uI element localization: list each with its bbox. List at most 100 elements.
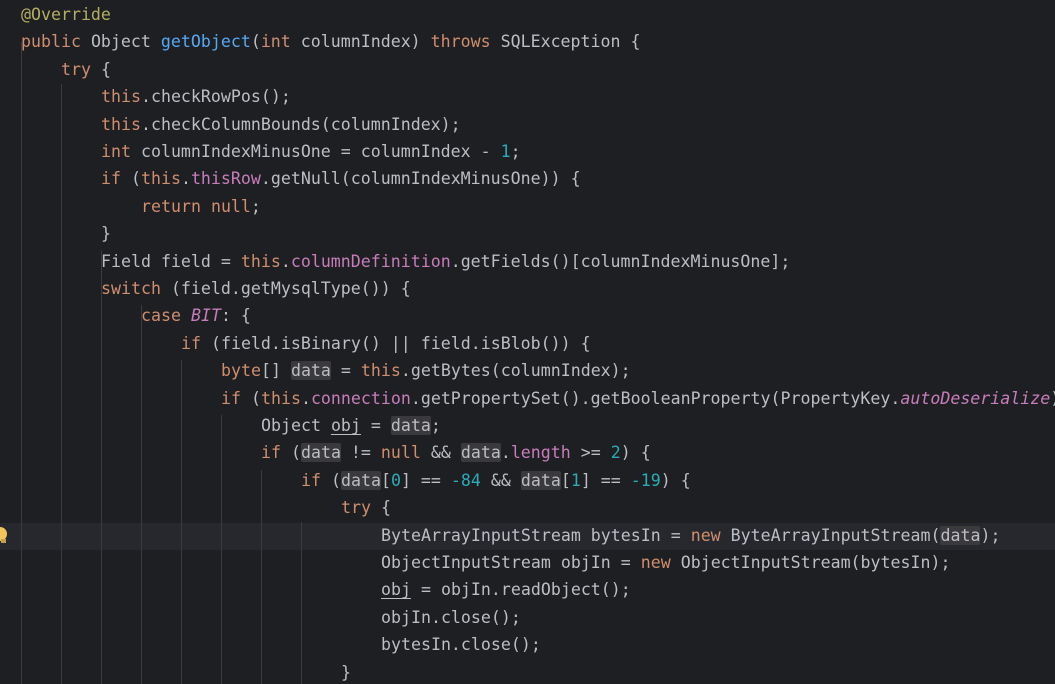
code-token: } — [101, 224, 111, 244]
code-token: != — [340, 443, 381, 463]
code-token: this — [260, 388, 301, 408]
code-token: new — [690, 525, 721, 545]
code-token: this — [101, 87, 141, 107]
code-token: byte — [221, 361, 261, 381]
code-token: ; — [430, 416, 441, 435]
code-editor[interactable]: @Override public Object getObject(int col… — [0, 0, 1055, 684]
indent-guide — [261, 470, 262, 684]
code-token: connection — [310, 388, 411, 408]
code-token: ; — [510, 142, 521, 161]
code-token: ) — [1050, 389, 1055, 408]
code-token: Object — [80, 32, 161, 52]
code-token: ByteArrayInputStream( — [720, 525, 941, 545]
code-token: -84 — [450, 470, 481, 490]
code-token: autoDeserialize — [900, 388, 1051, 408]
code-line[interactable]: byte[] data = this.getBytes(columnIndex)… — [221, 357, 631, 384]
code-token: = objIn.readObject(); — [410, 580, 631, 600]
code-token: . — [500, 443, 511, 463]
code-line[interactable]: Field field = this.columnDefinition.getF… — [101, 248, 790, 275]
code-line[interactable]: } — [101, 220, 111, 247]
code-token: ); — [980, 525, 1001, 545]
code-token: obj — [330, 416, 361, 435]
code-token: bytesIn.close(); — [381, 635, 541, 655]
code-token: .checkColumnBounds(columnIndex); — [140, 114, 461, 134]
code-token: int — [101, 142, 131, 161]
indent-guide — [141, 305, 142, 684]
code-token: ( — [280, 443, 301, 463]
code-token: { — [370, 498, 391, 518]
code-line[interactable]: @Override — [21, 1, 111, 28]
code-line[interactable]: objIn.close(); — [381, 604, 521, 631]
code-line[interactable]: public Object getObject(int columnIndex)… — [21, 28, 640, 55]
code-token: int — [260, 32, 291, 52]
code-token: @Override — [21, 5, 111, 24]
code-token: >= — [570, 443, 611, 463]
code-token: .checkRowPos(); — [140, 87, 291, 107]
code-token: this — [101, 114, 141, 134]
code-line[interactable]: return null; — [141, 193, 261, 220]
code-line[interactable]: int columnIndexMinusOne = columnIndex - … — [101, 138, 521, 165]
code-line[interactable]: try { — [61, 56, 111, 83]
code-token: .getNull(columnIndexMinusOne)) { — [260, 169, 581, 189]
indent-guide — [301, 522, 302, 684]
code-token: data — [520, 470, 561, 490]
code-token: ] == — [400, 470, 451, 490]
code-token: 1 — [570, 470, 581, 490]
code-line[interactable]: ObjectInputStream objIn = new ObjectInpu… — [381, 549, 950, 576]
code-token: ( — [120, 169, 141, 189]
code-token: ObjectInputStream objIn = — [381, 553, 641, 572]
code-token: [] — [260, 361, 291, 381]
code-token: if — [181, 333, 201, 353]
code-token: ] == — [580, 470, 631, 490]
code-token: (field.getMysqlType()) { — [160, 279, 411, 298]
code-line[interactable]: if (this.thisRow.getNull(columnIndexMinu… — [101, 165, 581, 192]
code-token: BIT — [190, 306, 221, 326]
code-token: ( — [240, 388, 261, 408]
code-token: case — [141, 306, 181, 326]
code-token: data — [290, 361, 331, 381]
code-token: .getPropertySet().getBooleanProperty(Pro… — [410, 388, 901, 408]
code-token: data — [390, 416, 431, 435]
code-line[interactable]: Object obj = data; — [261, 412, 441, 439]
code-token: . — [300, 388, 311, 408]
code-line[interactable]: try { — [341, 494, 391, 521]
code-line[interactable]: switch (field.getMysqlType()) { — [101, 275, 411, 302]
code-line[interactable]: if (this.connection.getPropertySet().get… — [221, 385, 1055, 412]
code-token: return — [141, 196, 201, 216]
code-token: ByteArrayInputStream bytesIn = — [381, 525, 691, 545]
code-token: && — [420, 443, 461, 463]
code-token: this — [360, 361, 401, 381]
code-token: this — [240, 251, 281, 271]
code-token: } — [341, 662, 351, 682]
code-token: try — [341, 498, 371, 518]
code-token: throws — [430, 32, 491, 52]
code-line[interactable]: case BIT: { — [141, 302, 251, 329]
code-line[interactable]: if (data[0] == -84 && data[1] == -19) { — [301, 467, 691, 494]
code-line[interactable]: obj = objIn.readObject(); — [381, 576, 631, 603]
indent-guide — [61, 84, 62, 684]
code-token: switch — [101, 279, 161, 298]
code-line[interactable]: if (data != null && data.length >= 2) { — [261, 439, 651, 466]
code-token: { — [90, 59, 111, 79]
code-token: Field field = — [101, 251, 241, 271]
code-token: null — [380, 443, 421, 463]
code-token: if — [221, 388, 241, 408]
code-token: obj — [381, 580, 411, 600]
code-line[interactable]: this.checkRowPos(); — [101, 83, 291, 110]
indent-guide — [101, 250, 102, 684]
code-token: ) { — [620, 443, 651, 463]
code-token: ( — [320, 470, 341, 490]
code-token: 2 — [610, 443, 621, 463]
code-line[interactable]: if (field.isBinary() || field.isBlob()) … — [181, 330, 591, 357]
code-line[interactable]: bytesIn.close(); — [381, 631, 541, 658]
code-line[interactable]: } — [341, 659, 351, 684]
code-line[interactable]: this.checkColumnBounds(columnIndex); — [101, 111, 461, 138]
code-token: 1 — [500, 142, 511, 161]
code-token: columnIndexMinusOne = columnIndex - — [130, 142, 501, 161]
code-token: data — [940, 525, 981, 545]
code-token: length — [510, 443, 571, 463]
code-line[interactable]: ByteArrayInputStream bytesIn = new ByteA… — [381, 522, 1000, 549]
indent-guide — [221, 415, 222, 684]
code-token: . — [280, 251, 291, 271]
